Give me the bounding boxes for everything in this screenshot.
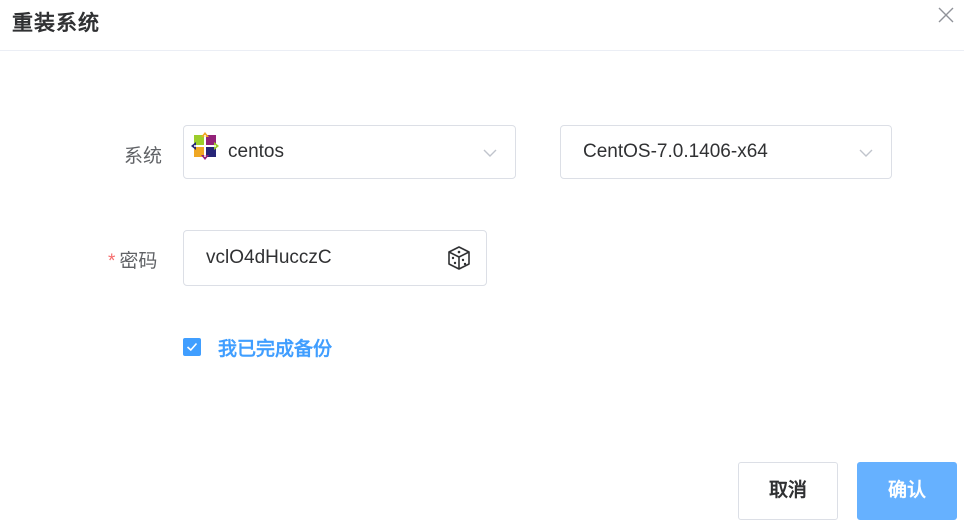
centos-logo-icon [191,132,219,160]
version-select[interactable]: CentOS-7.0.1406-x64 [560,125,892,179]
system-label: 系统 [124,141,162,168]
close-icon[interactable] [937,6,955,24]
os-select-value: centos [228,141,284,162]
confirm-button[interactable]: 确认 [857,462,957,520]
dialog-title: 重装系统 [12,12,100,35]
os-select[interactable]: centos [183,125,516,179]
reinstall-system-dialog: 重装系统 系统 centos CentOS-7.0.1406-x64 * 密码 … [0,0,964,530]
system-label-text: 系统 [124,146,163,167]
password-label: * 密码 [108,246,157,273]
password-field[interactable] [183,230,487,286]
chevron-down-icon [859,149,873,157]
dialog-header: 重装系统 [0,0,964,51]
dice-icon[interactable] [446,245,472,271]
checkbox-box[interactable] [183,338,201,356]
backup-checkbox-label[interactable]: 我已完成备份 [218,334,332,361]
check-icon [186,342,198,352]
cancel-button[interactable]: 取消 [738,462,838,520]
password-label-text: 密码 [119,251,158,272]
password-input[interactable] [206,245,426,271]
chevron-down-icon [483,149,497,157]
version-select-value: CentOS-7.0.1406-x64 [583,141,768,162]
required-mark: * [108,251,116,272]
